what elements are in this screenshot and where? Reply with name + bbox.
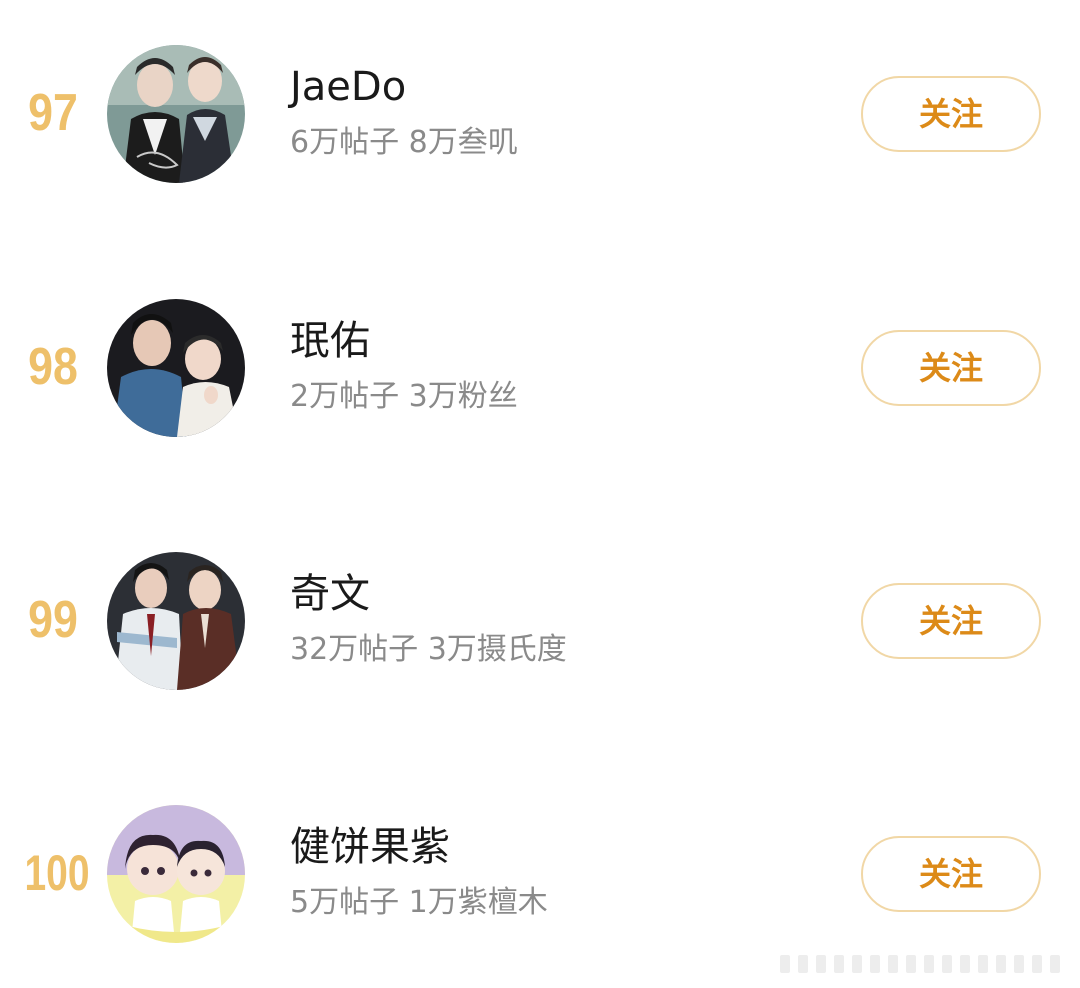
avatar[interactable] [107,45,245,183]
follow-button[interactable]: 关注 [861,330,1041,406]
list-item[interactable]: 100 健饼果紫 5万帖子 1万紫檀木 关注 [0,805,1080,965]
user-stats: 5万帖子 1万紫檀木 [290,885,548,920]
rank-number: 100 [24,845,90,901]
ranking-list: 97 JaeDo 6万帖子 8万叁叽 关注 98 珉佑 2万帖子 3万粉丝 关注… [0,0,1080,988]
list-item[interactable]: 99 奇文 32万帖子 3万摄氏度 关注 [0,552,1080,712]
follow-button[interactable]: 关注 [861,76,1041,152]
list-item[interactable]: 98 珉佑 2万帖子 3万粉丝 关注 [0,299,1080,459]
user-name: 健饼果紫 [290,824,450,870]
rank-number: 98 [28,338,78,396]
avatar[interactable] [107,299,245,437]
user-name: 珉佑 [290,318,370,364]
avatar[interactable] [107,552,245,690]
rank-number: 97 [28,84,78,142]
rank-number: 99 [28,591,78,649]
user-name: JaeDo [290,64,407,110]
user-stats: 2万帖子 3万粉丝 [290,379,518,414]
avatar[interactable] [107,805,245,943]
follow-button[interactable]: 关注 [861,836,1041,912]
follow-button[interactable]: 关注 [861,583,1041,659]
user-stats: 32万帖子 3万摄氏度 [290,632,567,667]
user-stats: 6万帖子 8万叁叽 [290,125,518,160]
user-name: 奇文 [290,571,370,617]
list-item[interactable]: 97 JaeDo 6万帖子 8万叁叽 关注 [0,45,1080,205]
bottom-scroll-indicator [780,955,1070,977]
